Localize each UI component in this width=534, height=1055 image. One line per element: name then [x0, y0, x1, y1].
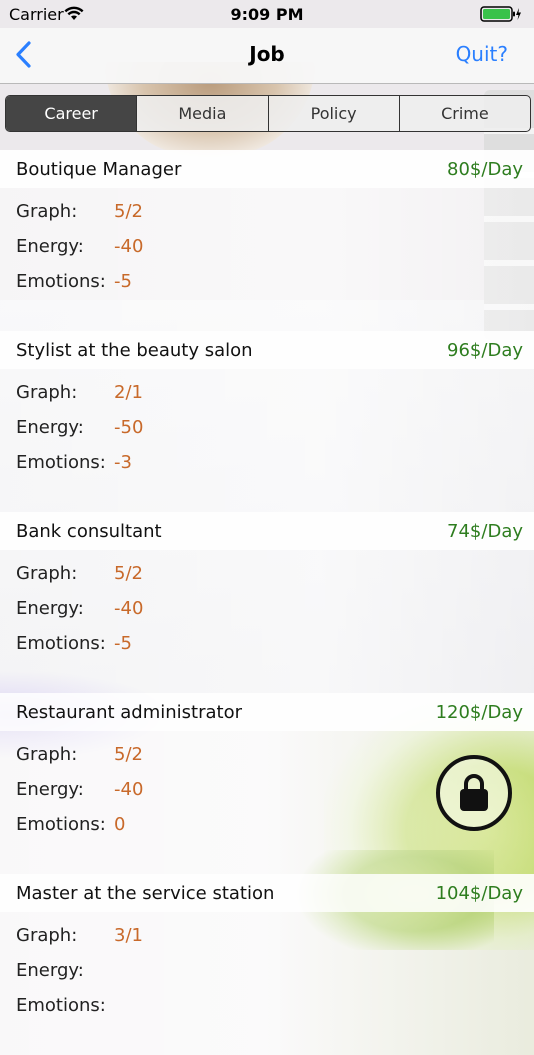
- job-name: Stylist at the beauty salon: [16, 340, 253, 361]
- graph-label: Graph:: [16, 382, 78, 403]
- energy-label: Energy:: [16, 960, 84, 981]
- lock-button[interactable]: [436, 755, 512, 831]
- page-title: Job: [249, 42, 285, 66]
- tab-crime[interactable]: Crime: [398, 96, 530, 131]
- energy-value: -40: [114, 779, 144, 800]
- emotions-value: -5: [114, 271, 132, 292]
- emotions-value: -3: [114, 452, 132, 473]
- job-pay: 104$/Day: [435, 883, 523, 904]
- job-pay: 120$/Day: [435, 702, 523, 723]
- clock: 9:09 PM: [230, 5, 304, 24]
- job-name: Restaurant administrator: [16, 702, 243, 723]
- job-card[interactable]: Boutique Manager 80$/Day Graph: 5/2 Energ…: [0, 150, 534, 331]
- emotions-value: 0: [114, 814, 126, 835]
- energy-label: Energy:: [16, 417, 84, 438]
- job-name: Bank consultant: [16, 521, 162, 542]
- energy-value: -50: [114, 417, 144, 438]
- energy-value: -40: [114, 236, 144, 257]
- graph-label: Graph:: [16, 201, 78, 222]
- energy-label: Energy:: [16, 598, 84, 619]
- job-pay: 74$/Day: [447, 521, 523, 542]
- energy-label: Energy:: [16, 236, 84, 257]
- graph-value: 2/1: [114, 382, 143, 403]
- category-tabs: Career Media Policy Crime: [5, 95, 531, 132]
- graph-label: Graph:: [16, 925, 78, 946]
- tab-media[interactable]: Media: [136, 96, 267, 131]
- energy-value: -40: [114, 598, 144, 619]
- status-bar: Carrier 9:09 PM: [0, 0, 534, 28]
- graph-value: 5/2: [114, 563, 143, 584]
- job-pay: 96$/Day: [447, 340, 523, 361]
- job-list: Boutique Manager 80$/Day Graph: 5/2 Energ…: [0, 150, 534, 1055]
- emotions-label: Emotions:: [16, 452, 106, 473]
- job-card[interactable]: Bank consultant 74$/Day Graph: 5/2 Energy…: [0, 512, 534, 693]
- battery-icon: [480, 6, 522, 26]
- tab-career[interactable]: Career: [6, 96, 137, 131]
- tab-policy[interactable]: Policy: [267, 96, 399, 131]
- energy-label: Energy:: [16, 779, 84, 800]
- emotions-value: -5: [114, 633, 132, 654]
- job-card[interactable]: Stylist at the beauty salon 96$/Day Grap…: [0, 331, 534, 512]
- job-pay: 80$/Day: [447, 159, 523, 180]
- quit-button[interactable]: Quit?: [456, 42, 508, 66]
- graph-value: 3/1: [114, 925, 143, 946]
- job-name: Master at the service station: [16, 883, 275, 904]
- job-name: Boutique Manager: [16, 159, 182, 180]
- lock-icon: [460, 774, 488, 811]
- emotions-label: Emotions:: [16, 271, 106, 292]
- emotions-label: Emotions:: [16, 633, 106, 654]
- graph-label: Graph:: [16, 563, 78, 584]
- graph-label: Graph:: [16, 744, 78, 765]
- graph-value: 5/2: [114, 744, 143, 765]
- job-card[interactable]: Master at the service station 104$/Day G…: [0, 874, 534, 1055]
- emotions-label: Emotions:: [16, 995, 106, 1016]
- emotions-label: Emotions:: [16, 814, 106, 835]
- navigation-bar: Job Quit?: [0, 28, 534, 84]
- graph-value: 5/2: [114, 201, 143, 222]
